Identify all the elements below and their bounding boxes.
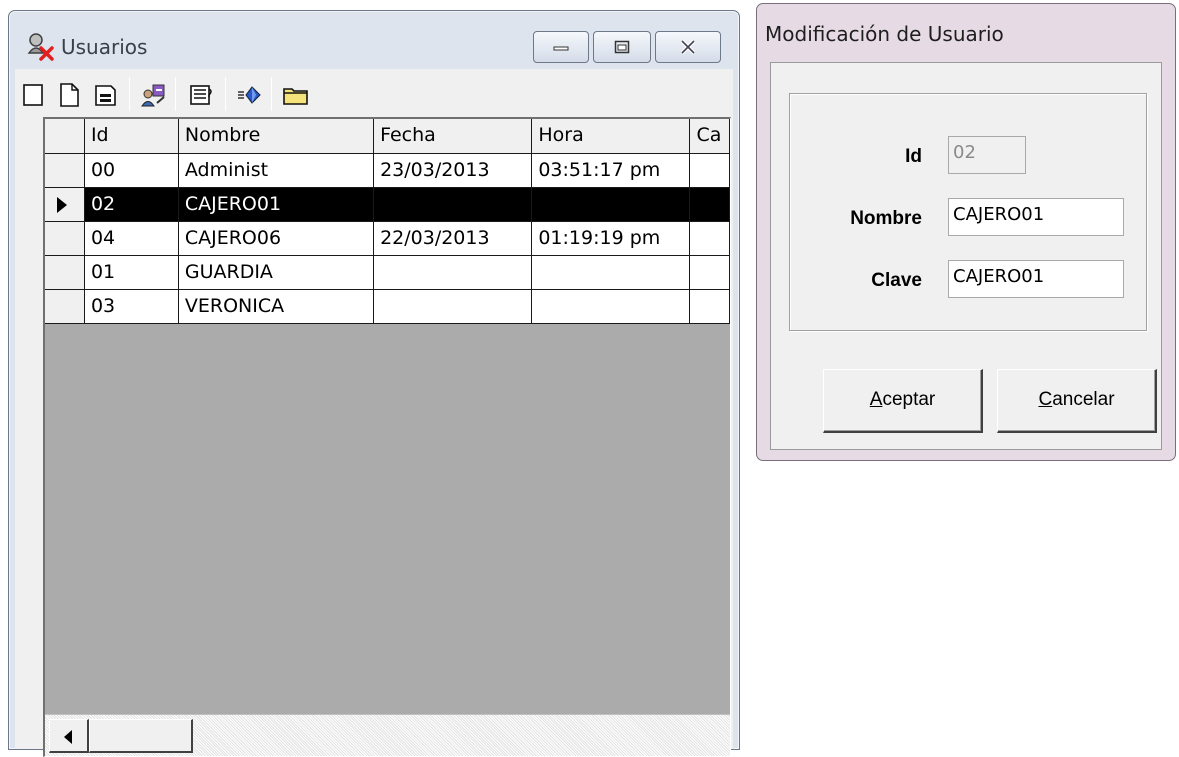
toolbar-separator: [225, 77, 226, 111]
toolbar-separator: [175, 77, 176, 111]
nombre-field[interactable]: CAJERO01: [948, 198, 1124, 236]
cell-nombre[interactable]: VERONICA: [178, 289, 375, 324]
column-header-partial[interactable]: Ca: [689, 119, 730, 154]
clave-field[interactable]: CAJERO01: [948, 260, 1124, 298]
cancelar-label: ancelar: [1052, 389, 1115, 410]
save-icon[interactable]: [91, 81, 119, 109]
cancelar-button[interactable]: Cancelar: [997, 369, 1157, 433]
cell-extra[interactable]: [689, 153, 730, 188]
cell-fecha[interactable]: [373, 289, 533, 324]
export-icon[interactable]: [235, 81, 263, 109]
column-header-id[interactable]: Id: [84, 119, 179, 154]
cell-hora[interactable]: 03:51:17 pm: [531, 153, 691, 188]
id-field: 02: [948, 136, 1026, 174]
users-app-icon: [25, 31, 55, 61]
users-titlebar[interactable]: Usuarios: [9, 11, 739, 69]
column-header-fecha[interactable]: Fecha: [373, 119, 533, 154]
current-row-arrow-icon: [57, 196, 67, 213]
dialog-client-area: Id 02 Nombre CAJERO01 Clave CAJERO01 Ace…: [770, 62, 1162, 450]
horizontal-scrollbar[interactable]: [45, 714, 730, 756]
cell-nombre[interactable]: CAJERO01: [178, 187, 375, 222]
cell-hora[interactable]: [531, 289, 691, 324]
cell-id[interactable]: 03: [84, 289, 179, 324]
column-header-nombre[interactable]: Nombre: [178, 119, 375, 154]
users-client-area: Id Nombre Fecha Hora Ca 00 Administ 23/0…: [15, 69, 733, 757]
cell-fecha[interactable]: [373, 187, 533, 222]
cell-id[interactable]: 00: [84, 153, 179, 188]
users-window-title: Usuarios: [61, 35, 148, 59]
maximize-button[interactable]: [593, 31, 651, 63]
cancelar-accelerator: C: [1038, 389, 1053, 410]
user-fields-group: Id 02 Nombre CAJERO01 Clave CAJERO01: [789, 93, 1147, 331]
maximize-icon: [614, 40, 630, 54]
column-header-hora[interactable]: Hora: [531, 119, 691, 154]
cell-extra[interactable]: [689, 221, 730, 256]
nombre-label: Nombre: [850, 208, 922, 229]
users-grid[interactable]: Id Nombre Fecha Hora Ca 00 Administ 23/0…: [43, 117, 731, 757]
minimize-icon: [553, 46, 569, 51]
cell-hora[interactable]: [531, 255, 691, 290]
cell-id[interactable]: 04: [84, 221, 179, 256]
table-row[interactable]: 01 GUARDIA: [45, 255, 730, 290]
edit-user-dialog: Modificación de Usuario Id 02 Nombre CAJ…: [756, 3, 1176, 461]
cell-fecha[interactable]: 23/03/2013: [373, 153, 533, 188]
aceptar-label: ceptar: [882, 389, 936, 410]
close-icon: [680, 39, 696, 55]
cell-nombre[interactable]: Administ: [178, 153, 375, 188]
aceptar-accelerator: A: [869, 389, 883, 410]
row-indicator[interactable]: [45, 289, 85, 324]
minimize-button[interactable]: [533, 31, 589, 63]
cell-hora[interactable]: [531, 187, 691, 222]
toolbar-separator: [129, 77, 130, 111]
cell-fecha[interactable]: [373, 255, 533, 290]
close-button[interactable]: [655, 31, 721, 63]
grid-header-row: Id Nombre Fecha Hora Ca: [45, 119, 730, 154]
cell-extra[interactable]: [689, 255, 730, 290]
new-icon[interactable]: [19, 81, 47, 109]
row-indicator[interactable]: [45, 221, 85, 256]
aceptar-button[interactable]: Aceptar: [823, 369, 983, 433]
table-row[interactable]: 00 Administ 23/03/2013 03:51:17 pm: [45, 153, 730, 188]
cell-extra[interactable]: [689, 187, 730, 222]
header-indicator-cell: [45, 119, 85, 154]
folder-icon[interactable]: [281, 81, 309, 109]
cell-fecha[interactable]: 22/03/2013: [373, 221, 533, 256]
table-row[interactable]: 04 CAJERO06 22/03/2013 01:19:19 pm: [45, 221, 730, 256]
clave-label: Clave: [871, 270, 922, 291]
dialog-title: Modificación de Usuario: [765, 22, 1004, 46]
row-indicator[interactable]: [45, 187, 85, 222]
users-window: Usuarios Id Nombre Fecha Hora Ca 00 Admi…: [8, 10, 740, 757]
cell-extra[interactable]: [689, 289, 730, 324]
list-icon[interactable]: [187, 81, 215, 109]
cell-nombre[interactable]: GUARDIA: [178, 255, 375, 290]
cell-hora[interactable]: 01:19:19 pm: [531, 221, 691, 256]
toolbar: [15, 69, 733, 117]
cell-id[interactable]: 01: [84, 255, 179, 290]
table-row[interactable]: 03 VERONICA: [45, 289, 730, 324]
document-icon[interactable]: [55, 81, 83, 109]
toolbar-separator: [271, 77, 272, 111]
scroll-left-button[interactable]: [49, 719, 89, 753]
cell-nombre[interactable]: CAJERO06: [178, 221, 375, 256]
users-key-icon[interactable]: [139, 81, 167, 109]
row-indicator[interactable]: [45, 153, 85, 188]
table-row-selected[interactable]: 02 CAJERO01: [45, 187, 730, 222]
row-indicator[interactable]: [45, 255, 85, 290]
id-label: Id: [905, 146, 922, 167]
cell-id[interactable]: 02: [84, 187, 179, 222]
scroll-thumb[interactable]: [89, 719, 193, 753]
